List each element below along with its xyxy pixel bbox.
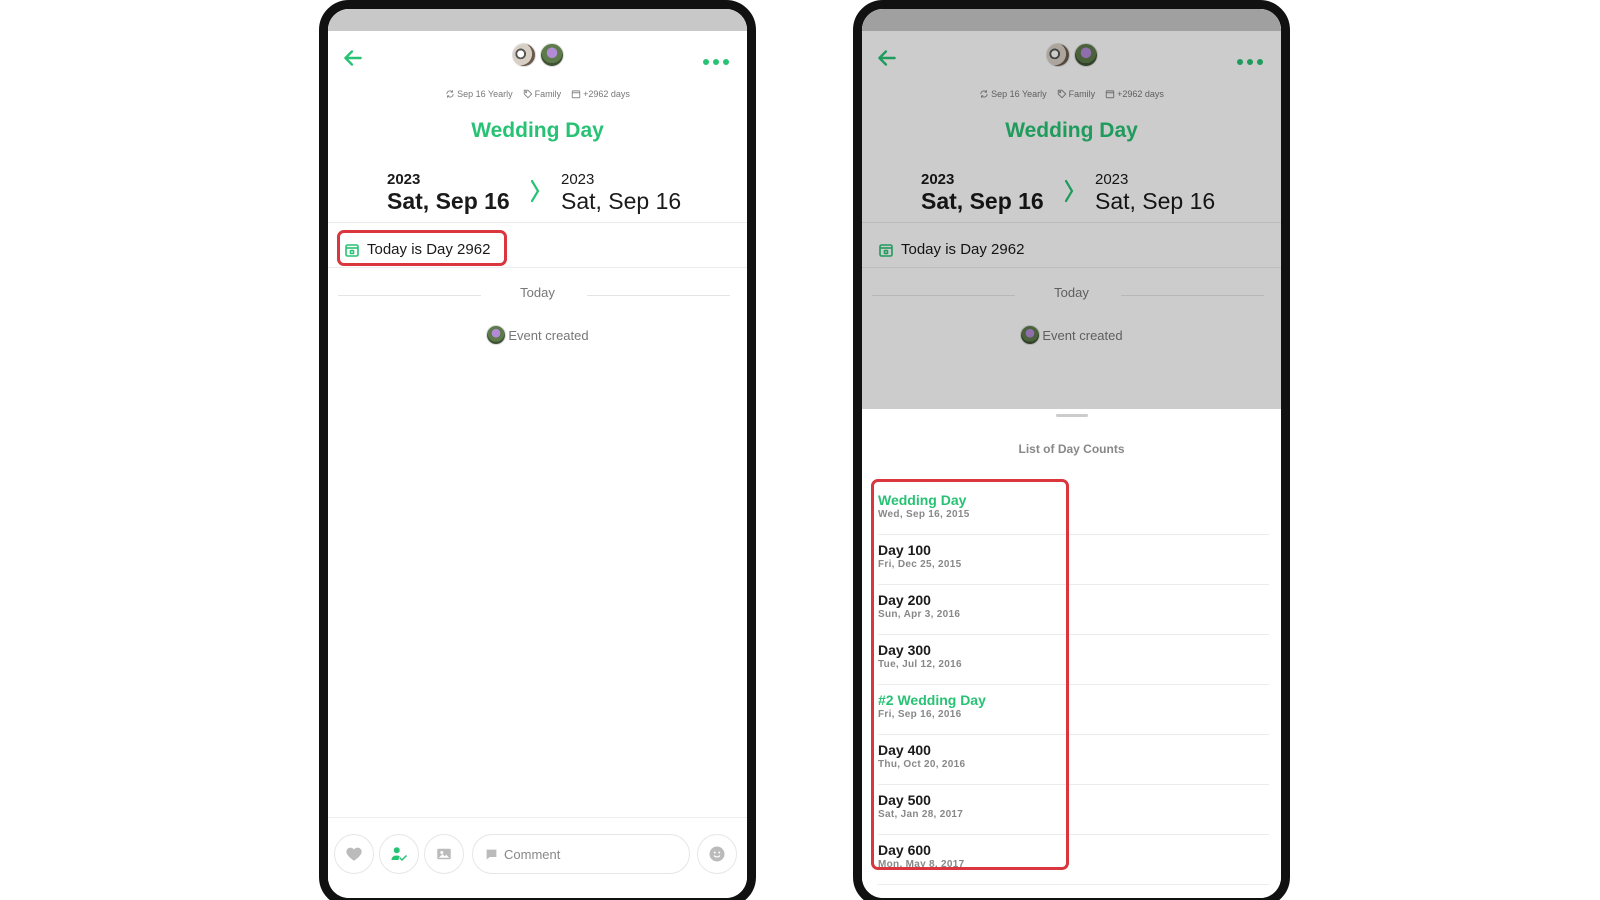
comment-placeholder: Comment [504, 846, 561, 862]
repeat-icon [446, 90, 454, 98]
emoji-button[interactable] [697, 834, 737, 874]
participant-avatars[interactable] [511, 43, 564, 67]
tag-text: Family [534, 89, 562, 99]
today-section-label: Today [520, 285, 555, 300]
status-bar [328, 9, 747, 31]
tag-meta: Family [523, 89, 562, 99]
tag-icon [523, 89, 533, 99]
comment-icon [486, 849, 497, 859]
avatar[interactable] [539, 43, 564, 67]
divider [328, 222, 747, 223]
image-icon [437, 848, 451, 860]
highlight-box [871, 479, 1069, 870]
photo-button[interactable] [424, 834, 464, 874]
calendar-icon [571, 90, 581, 99]
bottom-action-bar: Comment [328, 817, 747, 898]
heart-icon [346, 847, 362, 861]
end-date-text: Sat, Sep 16 [561, 188, 682, 214]
day-counts-sheet: List of Day Counts Wedding Day Wed, Sep … [862, 409, 1281, 898]
avatar[interactable] [511, 43, 536, 67]
emoji-icon [709, 846, 725, 862]
event-meta: Sep 16 Yearly Family +2962 days [328, 89, 747, 99]
sheet-title: List of Day Counts [1018, 442, 1125, 456]
start-date-text: Sat, Sep 16 [387, 188, 510, 214]
activity-item: Event created [328, 325, 747, 345]
like-button[interactable] [334, 834, 374, 874]
phone-screen-event-detail: Sep 16 Yearly Family +2962 days Wedding … [319, 0, 756, 900]
start-year: 2023 [387, 171, 421, 188]
divider [587, 295, 730, 296]
sheet-grabber[interactable] [1055, 414, 1088, 417]
event-detail-screen: Sep 16 Yearly Family +2962 days Wedding … [862, 9, 1281, 898]
end-date: 2023 Sat, Sep 16 [561, 171, 681, 215]
days-meta: +2962 days [571, 89, 630, 99]
comment-input[interactable]: Comment [472, 834, 690, 874]
event-detail-screen: Sep 16 Yearly Family +2962 days Wedding … [328, 9, 747, 898]
repeat-text: Sep 16 Yearly [457, 89, 513, 99]
end-year: 2023 [561, 171, 595, 188]
assign-button[interactable] [379, 834, 419, 874]
start-date: 2023 Sat, Sep 16 [387, 171, 510, 215]
phone-screen-day-counts: Sep 16 Yearly Family +2962 days Wedding … [853, 0, 1290, 900]
avatar [486, 325, 507, 345]
person-check-icon [391, 847, 408, 862]
more-icon[interactable] [703, 57, 729, 67]
back-arrow-icon[interactable] [340, 45, 366, 71]
activity-text: Event created [508, 327, 589, 343]
chevron-right-icon [528, 177, 542, 205]
event-title: Wedding Day [471, 119, 604, 142]
modal-backdrop[interactable] [862, 9, 1281, 409]
divider [328, 267, 747, 268]
days-count-text: +2962 days [583, 89, 630, 99]
repeat-meta: Sep 16 Yearly [445, 89, 513, 99]
highlight-box [337, 230, 507, 266]
